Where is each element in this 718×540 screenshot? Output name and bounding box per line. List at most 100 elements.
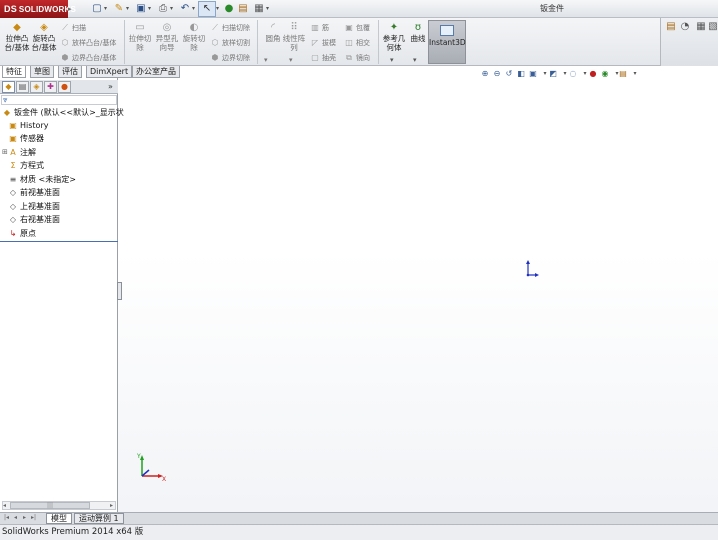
zoom-to-fit-icon[interactable]: ⊕ <box>480 69 490 79</box>
appearance-icon[interactable]: ◔ <box>678 20 692 34</box>
display-style-icon[interactable]: ◩ <box>548 69 558 79</box>
tab-office-products[interactable]: 办公室产品 <box>132 66 180 78</box>
panel-divider[interactable] <box>0 241 118 242</box>
revolved-cut-button[interactable]: ◐ 旋转切除 <box>181 22 207 64</box>
first-tab-icon[interactable]: |◂ <box>2 513 11 523</box>
new-dropdown-icon[interactable]: ▾ <box>104 2 110 16</box>
rebuild-icon[interactable]: ● <box>222 2 236 16</box>
tree-item-front-plane[interactable]: ◇ 前视基准面 <box>8 186 60 199</box>
save-icon[interactable]: ▣ <box>134 2 148 16</box>
view-orientation-icon[interactable]: ▣ <box>528 69 538 79</box>
graphics-area[interactable] <box>118 78 718 512</box>
tab-dimxpert[interactable]: DimXpert <box>86 66 133 78</box>
next-tab-icon[interactable]: ▸ <box>20 513 29 523</box>
draft-button[interactable]: ◸ 拔模 <box>310 37 336 49</box>
revolved-boss-button[interactable]: ◈ 旋转凸台/基体 <box>31 22 57 64</box>
print-icon[interactable]: ⎙ <box>156 2 170 16</box>
expand-panel-icon[interactable]: » <box>108 81 113 93</box>
view-settings-icon[interactable]: ▤ <box>618 69 628 79</box>
scrollbar-thumb[interactable]: ||| <box>10 502 90 509</box>
extruded-boss-button[interactable]: ◆ 拉伸凸台/基体 <box>4 22 30 64</box>
apply-scene-icon[interactable]: ◉ <box>600 69 610 79</box>
feature-tree-filter-input[interactable] <box>1 95 117 105</box>
dimxpert-manager-tab-icon[interactable]: ✚ <box>44 81 57 93</box>
configuration-manager-tab-icon[interactable]: ◈ <box>30 81 43 93</box>
swept-boss-button[interactable]: ⟋ 扫描 <box>60 22 86 34</box>
tab-model[interactable]: 模型 <box>46 513 72 524</box>
previous-view-icon[interactable]: ↺ <box>504 69 514 79</box>
instant3d-button[interactable]: Instant3D <box>428 20 466 64</box>
file-properties-icon[interactable]: ▤ <box>236 2 250 16</box>
last-tab-icon[interactable]: ▸| <box>29 513 38 523</box>
pattern-dropdown-icon[interactable]: ▾ <box>289 54 293 66</box>
options-dropdown-icon[interactable]: ▾ <box>266 2 272 16</box>
revolved-boss-label: 旋转凸台/基体 <box>31 34 57 52</box>
revolved-boss-icon: ◈ <box>40 22 48 33</box>
shell-button[interactable]: ▢ 抽壳 <box>310 52 336 64</box>
tab-evaluate[interactable]: 评估 <box>58 66 82 78</box>
tree-item-origin[interactable]: ↳ 原点 <box>8 227 36 240</box>
plane-icon: ◇ <box>9 187 17 197</box>
property-manager-tab-icon[interactable]: ▤ <box>16 81 29 93</box>
reference-geometry-button[interactable]: ✦ 参考几何体 <box>381 22 407 64</box>
view-settings-dropdown-icon[interactable]: ▾ <box>630 69 640 79</box>
curves-dropdown-icon[interactable]: ▾ <box>413 54 417 66</box>
edit-appearance-icon[interactable]: ● <box>588 69 598 79</box>
previous-tab-icon[interactable]: ◂ <box>11 513 20 523</box>
shell-icon: ▢ <box>311 53 319 62</box>
logo-menu-arrow-icon[interactable]: ▸ <box>68 2 72 16</box>
options-icon[interactable]: ▦ <box>252 2 266 16</box>
tree-item-equations[interactable]: Σ 方程式 <box>8 159 44 172</box>
fillet-label: 圆角 <box>265 34 281 43</box>
tab-sketch[interactable]: 草图 <box>30 66 54 78</box>
extruded-cut-button[interactable]: ▭ 拉伸切除 <box>127 22 153 64</box>
print-dropdown-icon[interactable]: ▾ <box>170 2 176 16</box>
design-library-icon[interactable]: ▤ <box>664 20 678 34</box>
tree-item-sensors[interactable]: ▣ 传感器 <box>8 132 44 145</box>
section-view-icon[interactable]: ◧ <box>516 69 526 79</box>
new-file-icon[interactable]: ▢ <box>90 2 104 16</box>
panel-splitter-handle[interactable] <box>117 282 122 300</box>
display-manager-tab-icon[interactable]: ● <box>58 81 71 93</box>
swept-boss-label: 扫描 <box>72 24 86 32</box>
zoom-to-area-icon[interactable]: ⊖ <box>492 69 502 79</box>
intersect-button[interactable]: ◫ 相交 <box>344 37 370 49</box>
lofted-cut-button[interactable]: ⬡ 放样切割 <box>210 37 251 49</box>
linear-pattern-label: 线性阵列 <box>282 34 306 52</box>
save-dropdown-icon[interactable]: ▾ <box>148 2 154 16</box>
fillet-dropdown-icon[interactable]: ▾ <box>264 54 268 66</box>
mirror-button[interactable]: ⧉ 镜向 <box>344 52 370 64</box>
tree-item-annotations[interactable]: ⊞ A 注解 <box>2 146 36 159</box>
tree-item-right-plane[interactable]: ◇ 右视基准面 <box>8 213 60 226</box>
tree-item-label: 传感器 <box>20 134 44 143</box>
view-palette-icon[interactable]: ▧ <box>706 20 718 34</box>
solidworks-logo[interactable]: DS SOLIDWORKS <box>0 0 76 18</box>
swept-cut-button[interactable]: ⟋ 扫描切除 <box>210 22 250 34</box>
scroll-left-icon[interactable]: ◂ <box>3 502 6 509</box>
feature-tree-root[interactable]: ◆ 钣金件 (默认<<默认>_显示状 <box>2 106 124 119</box>
mirror-label: 镜向 <box>356 54 370 62</box>
reference-geometry-icon: ✦ <box>389 22 399 33</box>
tree-item-top-plane[interactable]: ◇ 上视基准面 <box>8 200 60 213</box>
tab-motion-study-1[interactable]: 运动算例 1 <box>74 513 124 524</box>
linear-pattern-button[interactable]: ⠿ 线性阵列 <box>281 22 307 64</box>
svg-text:Y: Y <box>136 453 141 460</box>
wrap-button[interactable]: ▣ 包覆 <box>344 22 370 34</box>
tab-features[interactable]: 特征 <box>2 66 26 78</box>
lofted-boss-button[interactable]: ⬡ 放样凸台/基体 <box>60 37 117 49</box>
open-file-icon[interactable]: ✎ <box>112 2 126 16</box>
boundary-boss-button[interactable]: ⬢ 边界凸台/基体 <box>60 52 117 64</box>
scroll-right-icon[interactable]: ▸ <box>110 502 113 509</box>
hide-show-items-icon[interactable]: ◌ <box>568 69 578 79</box>
open-dropdown-icon[interactable]: ▾ <box>126 2 132 16</box>
feature-manager-tab-icon[interactable]: ◆ <box>2 81 15 93</box>
boundary-cut-button[interactable]: ⬢ 边界切除 <box>210 52 251 64</box>
root-label: 钣金件 (默认<<默认>_显示状 <box>14 108 124 117</box>
tree-item-history[interactable]: ▣ History <box>8 119 48 132</box>
undo-icon[interactable]: ↶ <box>178 2 192 16</box>
tree-item-material[interactable]: ≡ 材质 <未指定> <box>8 173 76 186</box>
extruded-cut-icon: ▭ <box>135 22 145 33</box>
reference-geometry-dropdown-icon[interactable]: ▾ <box>390 54 394 66</box>
hole-wizard-button[interactable]: ◎ 异型孔向导 <box>154 22 180 64</box>
rib-button[interactable]: ▥ 筋 <box>310 22 329 34</box>
